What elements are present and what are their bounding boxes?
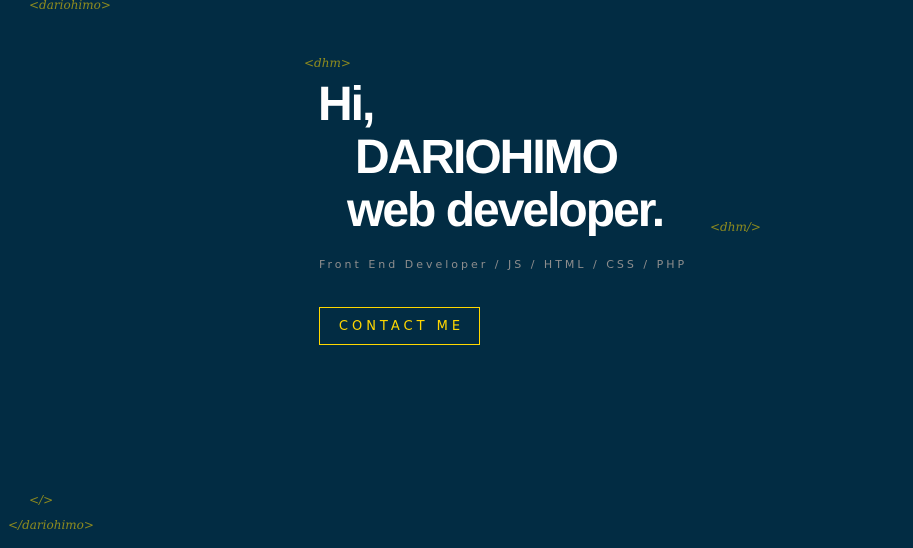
tag-self-close: </> (29, 493, 54, 507)
hero-name: DARIOHIMO (355, 131, 619, 184)
tag-dhm-close: <dhm/> (710, 220, 761, 234)
contact-me-button[interactable]: CONTACT ME (319, 307, 480, 345)
hero-greeting: Hi, (318, 78, 375, 131)
tag-dhm-open: <dhm> (304, 56, 351, 70)
hero-heading: Hi, DARIOHIMO web developer. (318, 78, 665, 237)
tag-dariohimo-close: </dariohimo> (8, 518, 94, 532)
hero-subtitle: Front End Developer / JS / HTML / CSS / … (319, 258, 688, 271)
hero-role: web developer. (347, 184, 665, 237)
tag-dariohimo-open: <dariohimo> (29, 0, 111, 12)
